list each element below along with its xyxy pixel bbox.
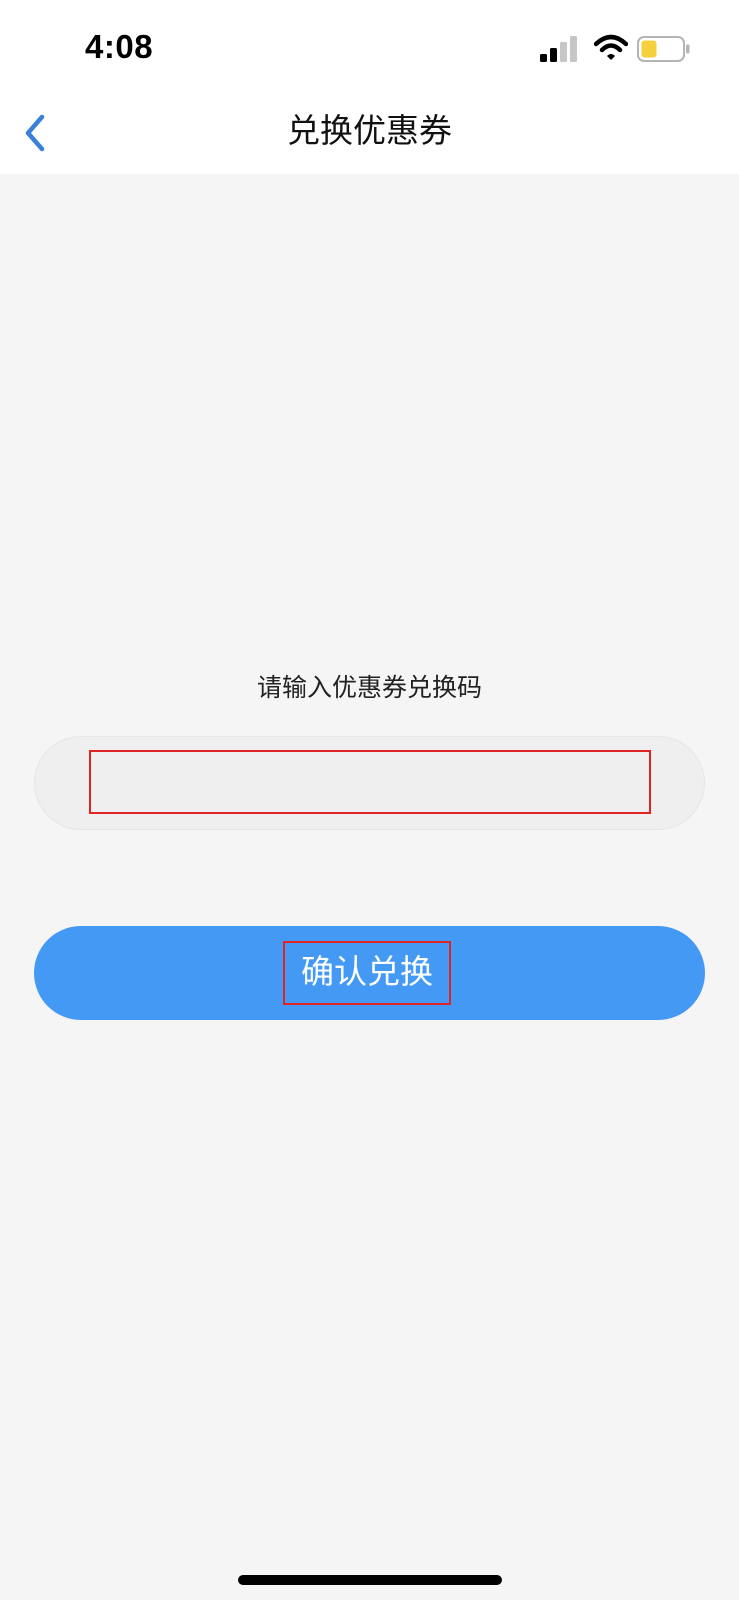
wifi-icon <box>594 34 628 60</box>
back-button[interactable] <box>10 104 60 162</box>
battery-icon <box>637 36 690 62</box>
coupon-redeem-screen: 4:08 兑换优惠券 请输入优惠券兑换码 确认兑换 <box>0 0 739 1600</box>
status-time: 4:08 <box>85 28 154 65</box>
chevron-left-icon <box>25 114 45 152</box>
confirm-redeem-button[interactable]: 确认兑换 <box>34 926 705 1020</box>
confirm-redeem-label: 确认兑换 <box>283 941 451 1005</box>
page-title: 兑换优惠券 <box>287 111 452 150</box>
code-prompt-label: 请输入优惠券兑换码 <box>256 673 482 702</box>
signal-icon <box>540 36 577 62</box>
code-input-container <box>34 736 705 830</box>
home-indicator <box>238 1575 502 1585</box>
status-bar: 4:08 <box>0 0 739 96</box>
coupon-code-input[interactable] <box>89 750 651 814</box>
nav-bar: 兑换优惠券 <box>0 96 739 174</box>
